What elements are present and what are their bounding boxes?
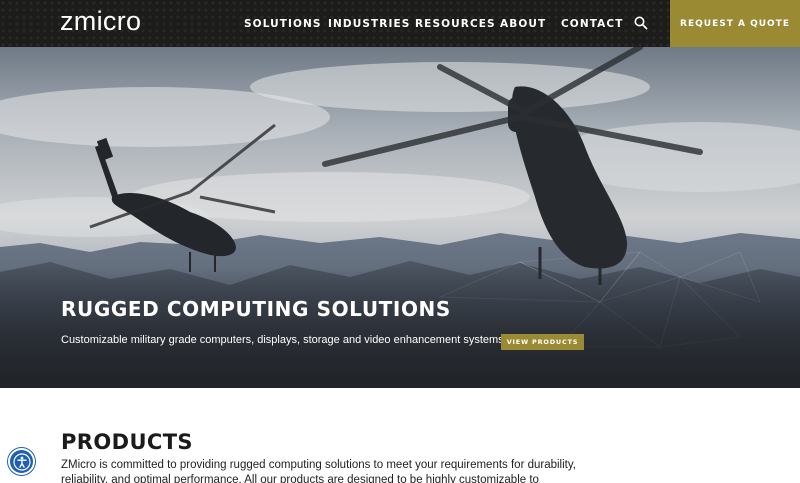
hero-shade	[0, 267, 800, 388]
site-header: zmicro SOLUTIONS INDUSTRIES RESOURCES AB…	[0, 0, 800, 47]
search-icon[interactable]	[633, 15, 649, 31]
logo[interactable]: zmicro	[60, 6, 141, 37]
nav-solutions[interactable]: SOLUTIONS	[244, 18, 322, 30]
nav-industries[interactable]: INDUSTRIES	[328, 18, 410, 30]
nav-contact[interactable]: CONTACT	[561, 18, 623, 30]
accessibility-icon[interactable]	[8, 448, 35, 475]
nav-resources[interactable]: RESOURCES	[415, 18, 496, 30]
products-title: PRODUCTS	[61, 430, 193, 454]
nav-about[interactable]: ABOUT	[500, 18, 546, 30]
request-quote-button[interactable]: REQUEST A QUOTE	[670, 0, 800, 47]
hero-title: RUGGED COMPUTING SOLUTIONS	[61, 297, 451, 321]
hero-banner: RUGGED COMPUTING SOLUTIONS Customizable …	[0, 47, 800, 388]
products-description: ZMicro is committed to providing rugged …	[61, 459, 576, 483]
hero-subtitle: Customizable military grade computers, d…	[61, 334, 507, 346]
view-products-button[interactable]: VIEW PRODUCTS	[501, 334, 584, 350]
